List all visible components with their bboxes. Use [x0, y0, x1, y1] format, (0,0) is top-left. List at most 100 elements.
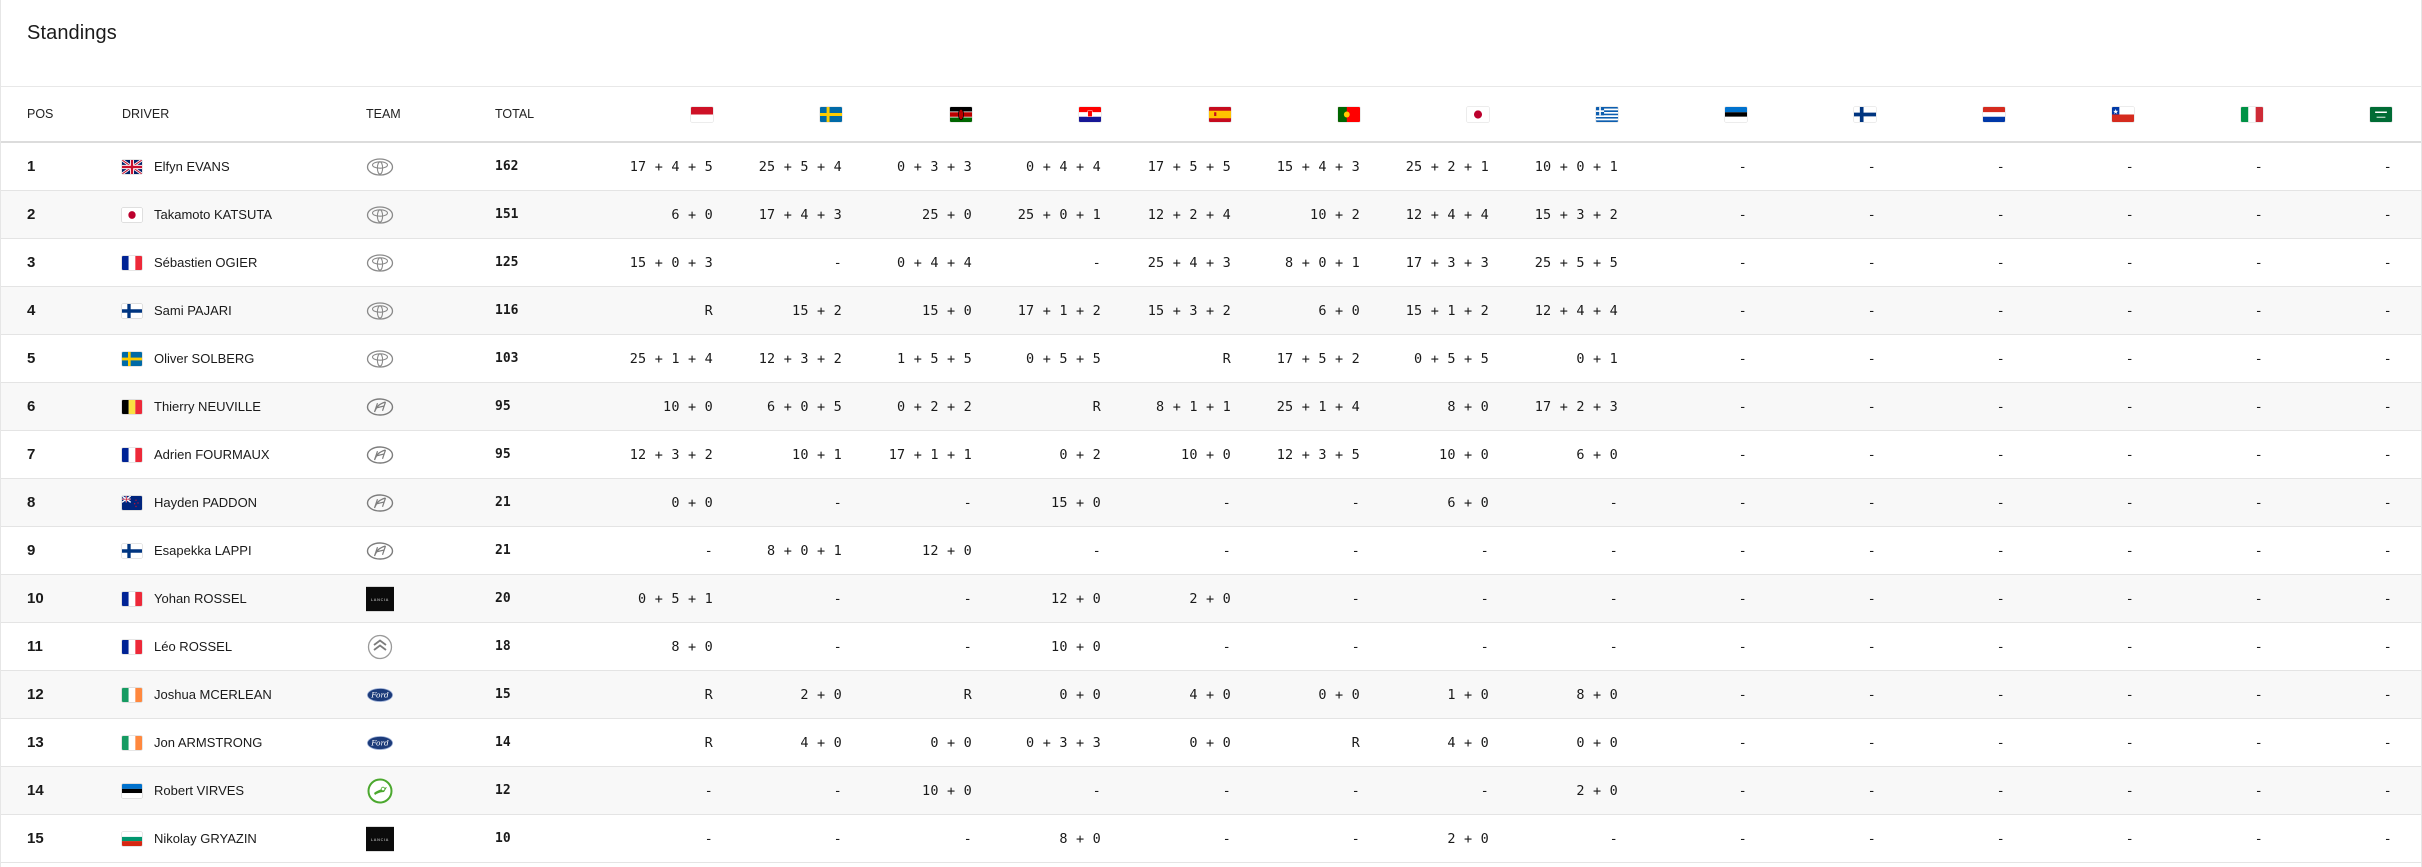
col-header-rally-10[interactable] [1756, 87, 1876, 141]
col-header-rally-13[interactable] [2143, 87, 2263, 141]
rally-result: - [2125, 254, 2134, 271]
driver[interactable]: Esapekka LAPPI [122, 527, 352, 574]
table-row[interactable]: 14 Robert VIRVES 12 - - 10 + 0 - - - - 2 + 0 - - - - - - [1, 767, 2421, 815]
toyota-logo-icon [366, 153, 394, 181]
table-row[interactable]: 8 Hayden PADDON 21 0 + 0 - - 15 + 0 - - 6 + 0 - - - -… [1, 479, 2421, 527]
rally-result: 2 + 0 [800, 686, 842, 703]
fr-flag-icon [122, 255, 142, 270]
toyota-logo-icon [366, 297, 394, 325]
col-header-rally-7[interactable] [1369, 87, 1489, 141]
rally-result: 25 + 0 [922, 206, 972, 223]
rally-result: - [2383, 782, 2392, 799]
rally-result: - [1996, 830, 2005, 847]
driver[interactable]: Adrien FOURMAUX [122, 431, 352, 478]
rally-result: - [1480, 782, 1489, 799]
table-row[interactable]: 11 Léo ROSSEL 18 8 + 0 - - 10 + 0 - - - - - - - - - - [1, 623, 2421, 671]
rally-result: 15 + 0 [1051, 494, 1101, 511]
driver[interactable]: Oliver SOLBERG [122, 335, 352, 382]
table-row[interactable]: 12 Joshua MCERLEAN Ford 15 R 2 + 0 R 0 + 0 4 + 0… [1, 671, 2421, 719]
col-header-rally-11[interactable] [1885, 87, 2005, 141]
driver[interactable]: Takamoto KATSUTA [122, 191, 352, 238]
table-row[interactable]: 9 Esapekka LAPPI 21 - 8 + 0 + 1 12 + 0 - - - - - - -… [1, 527, 2421, 575]
table-row[interactable]: 13 Jon ARMSTRONG Ford 14 R 4 + 0 0 + 0 0 + 3 + … [1, 719, 2421, 767]
rally-result: 17 + 1 + 2 [1017, 302, 1101, 319]
driver[interactable]: Yohan ROSSEL [122, 575, 352, 622]
col-header-rally-14[interactable] [2272, 87, 2392, 141]
rally-result: - [704, 830, 713, 847]
rally-result: - [1867, 398, 1876, 415]
rally-result: - [2383, 830, 2392, 847]
driver[interactable]: Hayden PADDON [122, 479, 352, 526]
rally-result: - [2254, 638, 2263, 655]
table-row[interactable]: 2 Takamoto KATSUTA 151 6 + 0 17 + 4 + 3 25 + … [1, 191, 2421, 239]
rally-result: 10 + 2 [1310, 206, 1360, 223]
driver[interactable]: Nikolay GRYAZIN [122, 815, 352, 862]
table-row[interactable]: 1 Elfyn EVANS 162 17 + 4 + 5 25 + 5 + 4 0 + 3… [1, 143, 2421, 191]
rally-result: 15 + 0 + 3 [629, 254, 713, 271]
driver[interactable]: Sami PAJARI [122, 287, 352, 334]
table-row[interactable]: 3 Sébastien OGIER 125 15 + 0 + 3 - 0 + 4 + 4 -… [1, 239, 2421, 287]
col-header-rally-3[interactable] [852, 87, 972, 141]
driver-name: Adrien FOURMAUX [154, 447, 270, 462]
rally-result: - [2383, 638, 2392, 655]
gb-flag-icon [122, 159, 142, 174]
col-header-rally-8[interactable] [1498, 87, 1618, 141]
rally-result: - [1351, 830, 1360, 847]
col-header-pos[interactable]: POS [27, 87, 87, 141]
rally-result: - [1867, 590, 1876, 607]
rally-result: - [1996, 158, 2005, 175]
rally-result: - [833, 830, 842, 847]
driver[interactable]: Robert VIRVES [122, 767, 352, 814]
driver-name: Sébastien OGIER [154, 255, 258, 270]
col-header-rally-12[interactable] [2014, 87, 2134, 141]
rally-result: - [2254, 782, 2263, 799]
col-header-rally-1[interactable] [593, 87, 713, 141]
col-header-rally-9[interactable] [1627, 87, 1747, 141]
total-points: 95 [495, 447, 511, 462]
table-row[interactable]: 10 Yohan ROSSEL LANCIA 20 0 + 5 + 1 - - 12 + 0 2… [1, 575, 2421, 623]
col-header-rally-2[interactable] [722, 87, 842, 141]
rally-result: - [1738, 446, 1747, 463]
rally-result: 17 + 3 + 3 [1405, 254, 1489, 271]
rally-result: - [704, 542, 713, 559]
rally-result: - [1996, 542, 2005, 559]
driver[interactable]: Léo ROSSEL [122, 623, 352, 670]
rally-result: 8 + 0 [671, 638, 713, 655]
rally-result: 0 + 4 + 4 [1026, 158, 1101, 175]
driver[interactable]: Jon ARMSTRONG [122, 719, 352, 766]
position: 12 [27, 686, 44, 703]
col-header-total[interactable]: TOTAL [495, 87, 555, 141]
driver[interactable]: Joshua MCERLEAN [122, 671, 352, 718]
col-header-driver[interactable]: DRIVER [122, 87, 352, 141]
rally-result: - [1738, 398, 1747, 415]
rally-result: - [2383, 254, 2392, 271]
rally-result: 0 + 0 [1189, 734, 1231, 751]
rally-result: 25 + 4 + 3 [1147, 254, 1231, 271]
table-row[interactable]: 15 Nikolay GRYAZIN LANCIA 10 - - - 8 + 0 - - 2 + 0… [1, 815, 2421, 863]
rally-result: R [1351, 734, 1360, 751]
rally-result: 10 + 1 [792, 446, 842, 463]
col-header-rally-5[interactable] [1111, 87, 1231, 141]
rally-result: 15 + 3 + 2 [1534, 206, 1618, 223]
col-header-rally-6[interactable] [1240, 87, 1360, 141]
rally-result: 0 + 0 [1059, 686, 1101, 703]
table-row[interactable]: 6 Thierry NEUVILLE 95 10 + 0 6 + 0 + 5 0 + 2 … [1, 383, 2421, 431]
table-row[interactable]: 7 Adrien FOURMAUX 95 12 + 3 + 2 10 + 1 17 + 1… [1, 431, 2421, 479]
table-row[interactable]: 5 Oliver SOLBERG 103 25 + 1 + 4 12 + 3 + 2 1 … [1, 335, 2421, 383]
table-row[interactable]: 4 Sami PAJARI 116 R 15 + 2 15 + 0 17 + 1 + 2 15… [1, 287, 2421, 335]
col-header-team[interactable]: TEAM [366, 87, 426, 141]
rally-result: 17 + 5 + 5 [1147, 158, 1231, 175]
rally-result: - [833, 254, 842, 271]
col-header-rally-4[interactable] [981, 87, 1101, 141]
driver[interactable]: Sébastien OGIER [122, 239, 352, 286]
rally-result: - [2125, 542, 2134, 559]
rally-result: - [1738, 782, 1747, 799]
hyundai-logo-icon [366, 489, 394, 517]
rally-result: - [1996, 590, 2005, 607]
driver[interactable]: Thierry NEUVILLE [122, 383, 352, 430]
rally-result: 6 + 0 [671, 206, 713, 223]
rally-result: - [2125, 158, 2134, 175]
total-points: 103 [495, 351, 519, 366]
driver[interactable]: Elfyn EVANS [122, 143, 352, 190]
rally-result: 25 + 5 + 5 [1534, 254, 1618, 271]
